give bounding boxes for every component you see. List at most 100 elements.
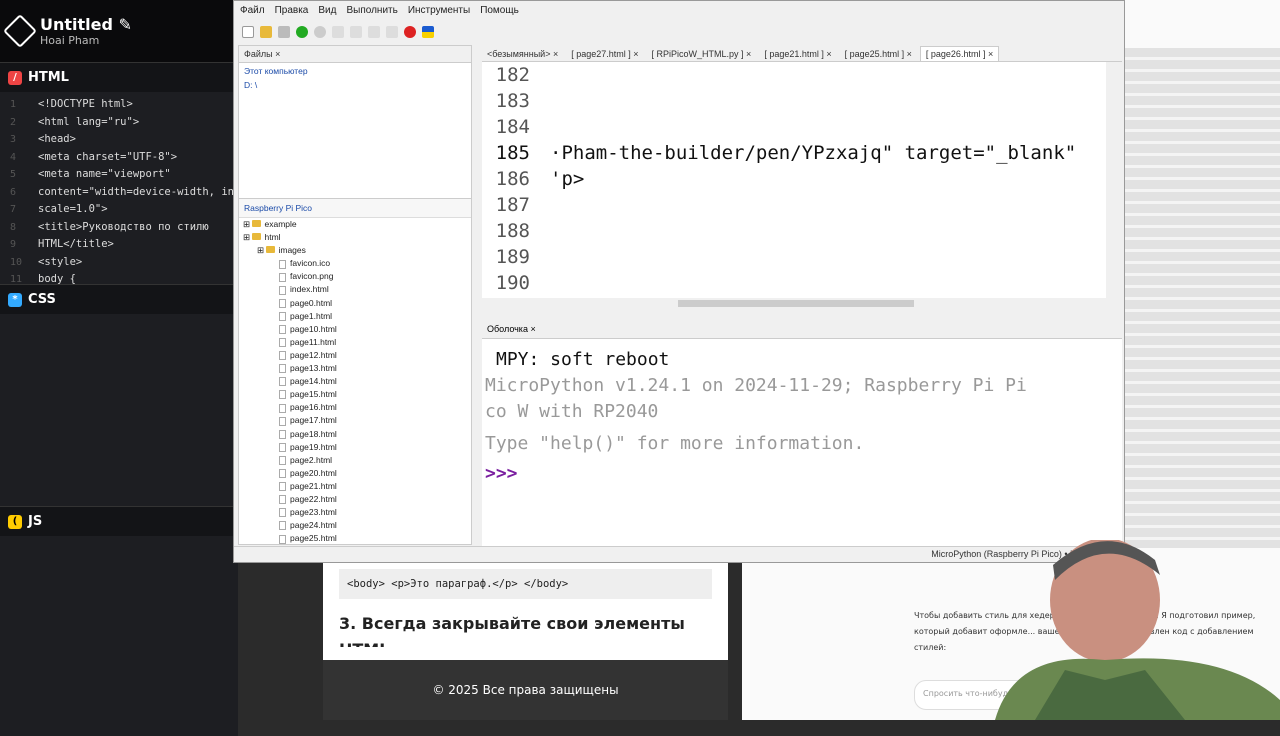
codepen-header: Untitled ✎ Hoai Pham — [0, 0, 238, 62]
tree-item[interactable]: ⊞ html — [243, 231, 471, 244]
tree-item[interactable]: page14.html — [243, 375, 471, 388]
tree-item[interactable]: ⊞ example — [243, 218, 471, 231]
tree-item[interactable]: ⊞ images — [243, 244, 471, 257]
step-into-icon[interactable] — [350, 26, 362, 38]
step-over-icon[interactable] — [332, 26, 344, 38]
save-icon[interactable] — [278, 26, 290, 38]
files-tab[interactable]: Файлы × — [239, 46, 471, 63]
tree-item-label: page18.html — [290, 428, 337, 439]
code-area[interactable]: ·Pham-the-builder/pen/YPzxajq" target="_… — [550, 62, 1076, 296]
tree-item[interactable]: page1.html — [243, 310, 471, 323]
ukraine-flag-icon[interactable] — [422, 26, 434, 38]
tree-item[interactable]: page25.html — [243, 532, 471, 545]
editor-body[interactable]: 182 183 184 185 186 187 188 189 190 ·Pham-the-bu… — [482, 62, 1106, 298]
shell-tab[interactable]: Оболочка × — [482, 321, 1122, 339]
files-tab-label: Файлы — [244, 49, 273, 59]
tree-item-label: page17.html — [290, 415, 337, 426]
tree-item-label: page22.html — [290, 493, 337, 504]
js-pane-header[interactable]: (JS — [0, 506, 238, 536]
shell-tab-label: Оболочка — [487, 324, 528, 334]
expand-icon: ⊞ — [243, 219, 253, 229]
line-number: 187 — [495, 194, 530, 216]
editor-tab[interactable]: [ RPiPicoW_HTML.py ] × — [646, 47, 757, 61]
js-editor[interactable] — [0, 536, 238, 736]
html-editor[interactable]: 1 <!DOCTYPE html> 2 <html lang="ru"> 3 <head>… — [0, 92, 238, 284]
open-folder-icon[interactable] — [260, 26, 272, 38]
horizontal-scrollbar[interactable] — [482, 298, 1106, 308]
file-icon — [279, 429, 286, 439]
css-pane-header[interactable]: * CSS — [0, 284, 238, 314]
editor-tab[interactable]: [ page21.html ] × — [759, 47, 837, 61]
file-icon — [279, 325, 286, 334]
codepen-logo-icon[interactable] — [3, 14, 37, 48]
html-pane-header[interactable]: / HTML — [0, 62, 238, 92]
tree-item-label: page20.html — [290, 467, 337, 478]
pen-author[interactable]: Hoai Pham — [40, 34, 132, 47]
tree-item[interactable]: page13.html — [243, 362, 471, 375]
line-number: 182 — [495, 64, 530, 86]
line-number: 189 — [495, 246, 530, 268]
line-number: 4 — [10, 151, 17, 163]
line-number: 190 — [495, 272, 530, 294]
line-number: 5 — [10, 169, 17, 180]
folder-icon — [252, 233, 262, 241]
menu-item[interactable]: Вид — [318, 5, 336, 16]
tree-item[interactable]: page18.html — [243, 428, 471, 441]
tree-item[interactable]: favicon.ico — [243, 257, 471, 270]
tree-item[interactable]: page10.html — [243, 323, 471, 336]
debug-icon[interactable] — [314, 26, 326, 38]
tree-item[interactable]: page12.html — [243, 349, 471, 362]
shell-output[interactable]: MPY: soft reboot MicroPython v1.24.1 on 2… — [482, 339, 1122, 487]
tree-item[interactable]: page0.html — [243, 297, 471, 310]
run-icon[interactable] — [296, 26, 308, 38]
tree-item[interactable]: index.html — [243, 283, 471, 296]
tree-item-label: page12.html — [290, 349, 337, 360]
status-bar[interactable]: MicroPython (Raspberry Pi Pico) • Board … — [234, 546, 1124, 562]
menu-item[interactable]: Помощь — [480, 5, 519, 16]
tree-item[interactable]: page24.html — [243, 519, 471, 532]
tree-item[interactable]: page11.html — [243, 336, 471, 349]
new-file-icon[interactable] — [242, 26, 254, 38]
menu-item[interactable]: Правка — [275, 5, 309, 16]
menu-item[interactable]: Файл — [240, 5, 265, 16]
tree-item[interactable]: page21.html — [243, 480, 471, 493]
editor-tab[interactable]: [ page27.html ] × — [566, 47, 644, 61]
pen-title[interactable]: Untitled ✎ — [40, 15, 132, 34]
tree-item[interactable]: page20.html — [243, 467, 471, 480]
editor-tab[interactable]: [ page26.html ] × — [919, 46, 1000, 61]
tree-item[interactable]: page15.html — [243, 388, 471, 401]
tree-item[interactable]: page2.html — [243, 454, 471, 467]
presenter-video — [995, 538, 1280, 720]
stop-icon[interactable] — [404, 26, 416, 38]
tree-item-label: page16.html — [290, 402, 337, 413]
tree-item[interactable]: page22.html — [243, 493, 471, 506]
html-code-line: 4 <meta charset="UTF-8"> — [10, 149, 238, 167]
editor-tabs: <безымянный> ×[ page27.html ] ×[ RPiPico… — [482, 45, 1122, 62]
tree-item-label: example — [264, 219, 297, 229]
tree-item[interactable]: page17.html — [243, 414, 471, 427]
file-icon — [279, 482, 286, 492]
css-editor[interactable] — [0, 314, 238, 506]
menu-item[interactable]: Инструменты — [408, 5, 470, 16]
js-label: JS — [28, 514, 43, 529]
code-snippet: <body> <p>Это параграф.</p> </body> — [339, 569, 712, 599]
html-code-line: 10 <style> — [10, 254, 238, 272]
editor-tab[interactable]: [ page25.html ] × — [839, 47, 917, 61]
resume-icon[interactable] — [386, 26, 398, 38]
tree-item-label: page10.html — [290, 323, 337, 334]
shell-line: Type "help()" for more information. — [485, 433, 865, 454]
step-out-icon[interactable] — [368, 26, 380, 38]
editor: <безымянный> ×[ page27.html ] ×[ RPiPico… — [482, 45, 1122, 315]
tree-item[interactable]: favicon.png — [243, 270, 471, 283]
tree-item[interactable]: page19.html — [243, 441, 471, 454]
file-icon — [279, 508, 286, 518]
menu-item[interactable]: Выполнить — [346, 5, 397, 16]
html-code-line: 5 <meta name="viewport" — [10, 166, 238, 184]
tree-item[interactable]: page23.html — [243, 506, 471, 519]
editor-tab[interactable]: <безымянный> × — [482, 47, 564, 61]
tree-item-label: page13.html — [290, 363, 337, 374]
computer-path[interactable]: D: \ — [239, 80, 471, 198]
tree-item[interactable]: page16.html — [243, 401, 471, 414]
tree-item-label: page2.html — [290, 454, 333, 465]
